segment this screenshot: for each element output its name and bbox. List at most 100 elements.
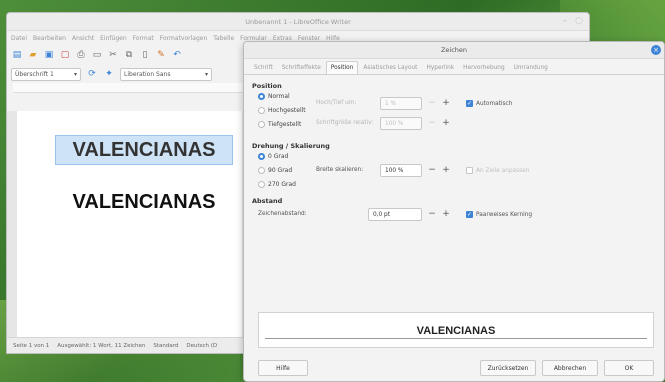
pair-kerning-label: Paarweises Kerning	[476, 211, 533, 218]
radio-270-grad-label: 270 Grad	[268, 181, 296, 188]
close-icon[interactable]: ×	[651, 45, 661, 55]
tab-asiatisches-layout[interactable]: Asiatisches Layout	[359, 62, 421, 74]
raise-label: Hoch/Tief um:	[316, 100, 357, 106]
radio-90-grad-label: 90 Grad	[268, 167, 293, 174]
plus-icon[interactable]: +	[440, 97, 452, 110]
status-language: Deutsch (D	[186, 342, 218, 349]
horizontal-ruler[interactable]	[13, 83, 243, 93]
character-dialog: Zeichen × Schrift Schrifteffekte Positio…	[243, 41, 665, 382]
preview-box: VALENCIANAS	[258, 312, 654, 348]
update-style-icon[interactable]: ⟳	[86, 68, 98, 80]
cut-icon[interactable]: ✂	[107, 49, 119, 61]
paragraph-style-value: Überschrift 1	[15, 70, 54, 78]
selected-heading[interactable]: VALENCIANAS	[55, 135, 233, 165]
radio-hochgestellt-label: Hochgestellt	[268, 107, 306, 114]
relative-size-stepper: − +	[426, 117, 452, 130]
export-pdf-icon[interactable]: ▢	[59, 49, 71, 61]
new-style-icon[interactable]: ✦	[103, 68, 115, 80]
open-folder-icon[interactable]: ▰	[27, 49, 39, 61]
save-icon[interactable]: ▣	[43, 49, 55, 61]
menu-item-bearbeiten[interactable]: Bearbeiten	[33, 35, 66, 42]
radio-90-grad[interactable]: 90 Grad	[258, 167, 292, 174]
menu-item-datei[interactable]: Datei	[11, 35, 27, 42]
radio-0-grad-label: 0 Grad	[268, 153, 289, 160]
radio-indicator	[258, 107, 265, 114]
clone-formatting-icon[interactable]: ✎	[155, 49, 167, 61]
section-spacing-title: Abstand	[252, 197, 283, 205]
menu-item-tabelle[interactable]: Tabelle	[213, 35, 234, 42]
minus-icon[interactable]: −	[426, 117, 438, 130]
cancel-button[interactable]: Abbrechen	[542, 360, 598, 376]
new-document-icon[interactable]: ▤	[11, 49, 23, 61]
raise-input[interactable]: 1 %	[380, 97, 422, 110]
char-spacing-label: Zeichenabstand:	[258, 211, 307, 217]
scale-width-label: Breite skalieren:	[316, 167, 364, 173]
radio-0-grad[interactable]: 0 Grad	[258, 153, 288, 160]
minimize-icon[interactable]: –	[563, 16, 567, 25]
menu-item-formatvorlagen[interactable]: Formatvorlagen	[160, 35, 207, 42]
minus-icon[interactable]: −	[426, 208, 438, 221]
char-spacing-input[interactable]: 0,0 pt	[368, 208, 422, 221]
heading-text[interactable]: VALENCIANAS	[55, 187, 233, 217]
reset-button[interactable]: Zurücksetzen	[480, 360, 536, 376]
undo-icon[interactable]: ↶	[171, 49, 183, 61]
copy-icon[interactable]: ⧉	[123, 49, 135, 61]
section-rotation-title: Drehung / Skalierung	[252, 142, 330, 150]
paste-icon[interactable]: ▯	[139, 49, 151, 61]
status-page: Seite 1 von 1	[13, 342, 50, 349]
checkmark-icon: ✓	[466, 100, 473, 107]
writer-title: Unbenannt 1 - LibreOffice Writer	[245, 17, 351, 26]
radio-normal-label: Normal	[268, 93, 290, 100]
document-page[interactable]: VALENCIANAS VALENCIANAS	[17, 111, 242, 351]
status-selection: Ausgewählt: 1 Wort, 11 Zeichen	[57, 342, 146, 349]
tab-umrandung[interactable]: Umrandung	[510, 62, 552, 74]
status-page-style: Standard	[153, 342, 179, 349]
ok-button[interactable]: OK	[604, 360, 654, 376]
tab-position[interactable]: Position	[325, 61, 359, 74]
relative-size-input[interactable]: 100 %	[380, 117, 422, 130]
pair-kerning-checkbox[interactable]: ✓ Paarweises Kerning	[466, 211, 532, 218]
menu-item-einfuegen[interactable]: Einfügen	[100, 35, 126, 42]
preview-baseline	[265, 338, 647, 339]
maximize-icon[interactable]: ◌	[575, 16, 583, 26]
minus-icon[interactable]: −	[426, 97, 438, 110]
tab-schrifteffekte[interactable]: Schrifteffekte	[278, 62, 325, 74]
tab-schrift[interactable]: Schrift	[250, 62, 277, 74]
plus-icon[interactable]: +	[440, 164, 452, 177]
preview-text: VALENCIANAS	[416, 325, 496, 337]
radio-indicator	[258, 167, 265, 174]
section-position-title: Position	[252, 82, 282, 90]
fit-line-checkbox[interactable]: An Zeile anpassen	[466, 167, 529, 174]
minus-icon[interactable]: −	[426, 164, 438, 177]
plus-icon[interactable]: +	[440, 117, 452, 130]
radio-270-grad[interactable]: 270 Grad	[258, 181, 296, 188]
scale-width-input[interactable]: 100 %	[380, 164, 422, 177]
writer-titlebar: Unbenannt 1 - LibreOffice Writer – ◌	[7, 13, 589, 31]
auto-checkbox[interactable]: ✓ Automatisch	[466, 100, 512, 107]
paragraph-style-combo[interactable]: Überschrift 1 ▾	[11, 67, 81, 81]
relative-size-label: Schriftgröße relativ:	[316, 120, 374, 126]
radio-indicator	[258, 153, 265, 160]
chevron-down-icon: ▾	[73, 70, 77, 78]
document-area: VALENCIANAS VALENCIANAS	[7, 111, 247, 351]
radio-indicator	[258, 93, 265, 100]
plus-icon[interactable]: +	[440, 208, 452, 221]
radio-normal[interactable]: Normal	[258, 93, 290, 100]
dialog-tabs: Schrift Schrifteffekte Position Asiatisc…	[244, 59, 664, 75]
menu-item-ansicht[interactable]: Ansicht	[72, 35, 94, 42]
checkbox-empty-icon	[466, 167, 473, 174]
radio-tiefgestellt[interactable]: Tiefgestellt	[258, 121, 301, 128]
auto-checkbox-label: Automatisch	[476, 100, 513, 107]
font-name-combo[interactable]: Liberation Sans ▾	[120, 67, 212, 81]
print-icon[interactable]: ⎙	[75, 49, 87, 61]
dialog-title: Zeichen	[440, 46, 468, 54]
radio-indicator	[258, 181, 265, 188]
radio-indicator	[258, 121, 265, 128]
print-preview-icon[interactable]: ▭	[91, 49, 103, 61]
tab-hervorhebung[interactable]: Hervorhebung	[459, 62, 509, 74]
scale-width-stepper: − +	[426, 164, 452, 177]
tab-hyperlink[interactable]: Hyperlink	[422, 62, 458, 74]
menu-item-format[interactable]: Format	[133, 35, 154, 42]
radio-hochgestellt[interactable]: Hochgestellt	[258, 107, 306, 114]
help-button[interactable]: Hilfe	[258, 360, 308, 376]
